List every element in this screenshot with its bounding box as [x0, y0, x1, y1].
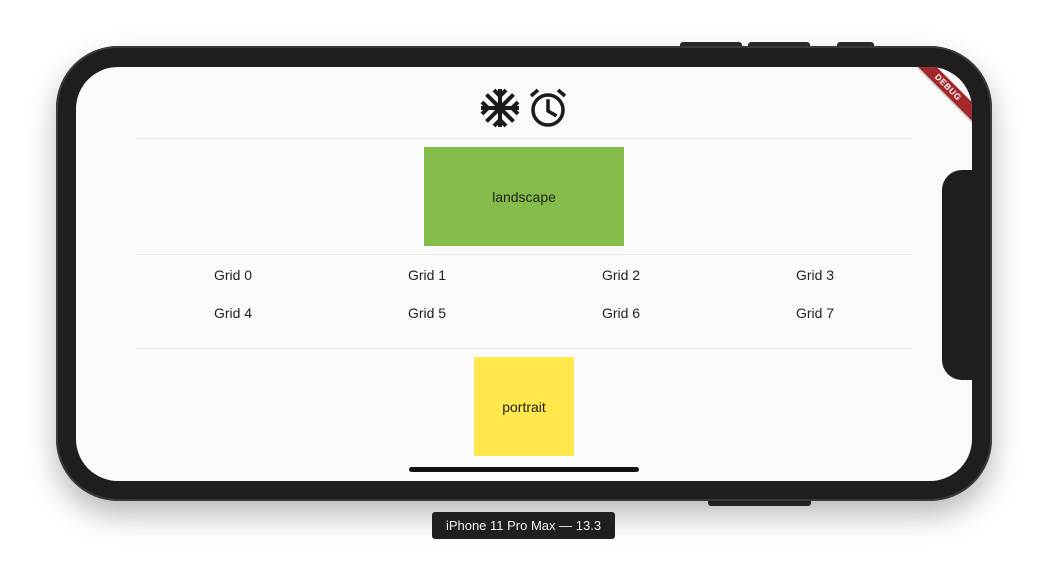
device-label: iPhone 11 Pro Max — 13.3	[432, 512, 615, 539]
alarm-clock-icon[interactable]	[527, 87, 569, 129]
app-screen: DEBUG landscape Grid 0 Grid 1 Grid 2 Gri…	[76, 67, 972, 481]
portrait-box: portrait	[474, 357, 574, 456]
grid-item[interactable]: Grid 4	[136, 293, 330, 331]
grid-item[interactable]: Grid 5	[330, 293, 524, 331]
snowflake-icon[interactable]	[479, 87, 521, 129]
grid-item[interactable]: Grid 1	[330, 255, 524, 293]
divider-bottom	[136, 348, 912, 349]
header-icons	[76, 87, 972, 129]
landscape-label: landscape	[492, 188, 556, 205]
grid-item[interactable]: Grid 0	[136, 255, 330, 293]
portrait-label: portrait	[502, 398, 546, 415]
sensor-notch	[942, 170, 982, 380]
simulator-stage: DEBUG landscape Grid 0 Grid 1 Grid 2 Gri…	[0, 0, 1048, 584]
grid-item[interactable]: Grid 2	[524, 255, 718, 293]
grid-item[interactable]: Grid 6	[524, 293, 718, 331]
grid-item[interactable]: Grid 7	[718, 293, 912, 331]
grid-item[interactable]: Grid 3	[718, 255, 912, 293]
divider-top	[136, 138, 912, 139]
home-indicator[interactable]	[409, 467, 639, 472]
grid-view: Grid 0 Grid 1 Grid 2 Grid 3 Grid 4 Grid …	[136, 255, 912, 331]
landscape-box: landscape	[424, 147, 624, 246]
